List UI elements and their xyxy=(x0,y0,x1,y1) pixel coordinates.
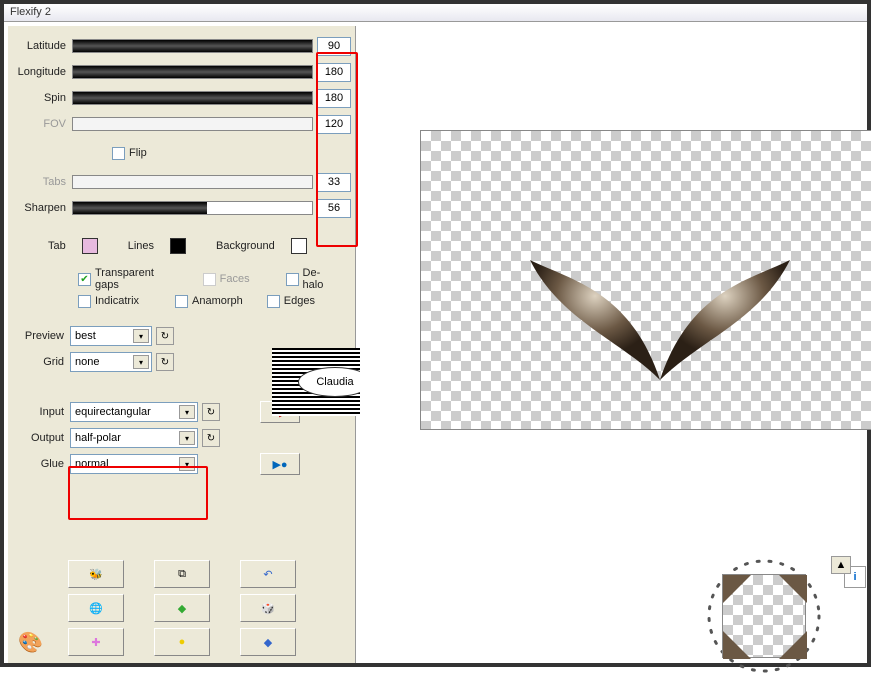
latitude-label: Latitude xyxy=(12,40,72,52)
expand-button[interactable]: ▲ xyxy=(831,556,851,574)
palette-icon[interactable]: 🎨 xyxy=(18,630,43,655)
sharpen-value[interactable]: 56 xyxy=(317,199,351,218)
tabs-slider xyxy=(72,175,313,189)
preview-image[interactable] xyxy=(420,130,871,430)
latitude-value[interactable]: 90 xyxy=(317,37,351,56)
bee-button[interactable]: 🐝 xyxy=(68,560,124,588)
grid-refresh-button[interactable]: ↻ xyxy=(156,353,174,371)
indicatrix-label: Indicatrix xyxy=(95,295,149,307)
indicatrix-checkbox[interactable] xyxy=(78,295,91,308)
preview-refresh-button[interactable]: ↻ xyxy=(156,327,174,345)
blob-yellow-icon: ● xyxy=(179,636,186,648)
chevron-down-icon: ▾ xyxy=(179,431,195,445)
info-icon: i xyxy=(853,571,856,583)
spin-label: Spin xyxy=(12,92,72,104)
cd-record-icon: ▶● xyxy=(272,458,287,471)
input-label: Input xyxy=(12,406,70,418)
sharpen-label: Sharpen xyxy=(12,202,72,214)
glue-label: Glue xyxy=(12,458,70,470)
output-dropdown[interactable]: half-polar ▾ xyxy=(70,428,198,448)
transparent-gaps-label: Transparent gaps xyxy=(95,267,191,291)
latitude-slider[interactable] xyxy=(72,39,313,53)
edges-checkbox[interactable] xyxy=(267,295,280,308)
chevron-down-icon: ▾ xyxy=(179,405,195,419)
globe-button[interactable]: 🌐 xyxy=(68,594,124,622)
tab-color-swatch[interactable] xyxy=(82,238,98,254)
bg-color-swatch[interactable] xyxy=(291,238,307,254)
dice-icon: 🎲 xyxy=(261,602,275,615)
chevron-down-icon: ▾ xyxy=(133,329,149,343)
plus-pink-icon: ✚ xyxy=(91,636,100,649)
cube-green-icon: ◆ xyxy=(178,602,186,615)
grid-dropdown[interactable]: none ▾ xyxy=(70,352,152,372)
lines-color-label: Lines xyxy=(128,240,164,252)
output-label: Output xyxy=(12,432,70,444)
flip-label: Flip xyxy=(129,147,157,159)
thumbnail-preview[interactable] xyxy=(722,574,806,658)
gem-blue-icon: ◆ xyxy=(264,636,272,649)
dehalo-checkbox[interactable] xyxy=(286,273,299,286)
gem-blue-button[interactable]: ◆ xyxy=(240,628,296,656)
fov-label: FOV xyxy=(12,118,72,130)
spin-slider[interactable] xyxy=(72,91,313,105)
output-dropdown-value: half-polar xyxy=(75,432,121,444)
anamorph-label: Anamorph xyxy=(192,295,253,307)
copy-button[interactable]: ⧉ xyxy=(154,560,210,588)
output-refresh-button[interactable]: ↻ xyxy=(202,429,220,447)
globe-icon: 🌐 xyxy=(89,602,103,615)
chevron-down-icon: ▾ xyxy=(133,355,149,369)
grid-label: Grid xyxy=(12,356,70,368)
tabs-value[interactable]: 33 xyxy=(317,173,351,192)
glue-dropdown[interactable]: normal ▾ xyxy=(70,454,198,474)
faces-checkbox xyxy=(203,273,216,286)
undo-icon: ↶ xyxy=(263,568,272,581)
faces-label: Faces xyxy=(220,273,260,285)
lines-color-swatch[interactable] xyxy=(170,238,186,254)
cd-record-button[interactable]: ▶● xyxy=(260,453,300,475)
dehalo-label: De-halo xyxy=(303,267,351,291)
tab-color-label: Tab xyxy=(48,240,76,252)
plus-pink-button[interactable]: ✚ xyxy=(68,628,124,656)
preview-shape-icon xyxy=(510,220,810,400)
watermark-text: Claudia xyxy=(316,376,353,388)
preview-label: Preview xyxy=(12,330,70,342)
bg-color-label: Background xyxy=(216,240,285,252)
thumbnail-shape-icon xyxy=(723,575,807,659)
glue-dropdown-value: normal xyxy=(75,458,109,470)
preview-panel: i − 50% + ▲ Flexify 2 settings Cancel ☞ … xyxy=(360,26,863,659)
preview-dropdown[interactable]: best ▾ xyxy=(70,326,152,346)
fov-slider xyxy=(72,117,313,131)
sharpen-slider[interactable] xyxy=(72,201,313,215)
cube-green-button[interactable]: ◆ xyxy=(154,594,210,622)
copy-icon: ⧉ xyxy=(178,568,186,581)
anamorph-checkbox[interactable] xyxy=(175,295,188,308)
window-title: Flexify 2 xyxy=(10,6,51,18)
dice-button[interactable]: 🎲 xyxy=(240,594,296,622)
blob-yellow-button[interactable]: ● xyxy=(154,628,210,656)
preview-dropdown-value: best xyxy=(75,330,96,342)
window-titlebar: Flexify 2 xyxy=(4,4,867,22)
undo-button[interactable]: ↶ xyxy=(240,560,296,588)
bee-icon: 🐝 xyxy=(89,568,103,581)
tabs-label: Tabs xyxy=(12,176,72,188)
longitude-slider[interactable] xyxy=(72,65,313,79)
chevron-down-icon: ▾ xyxy=(179,457,195,471)
chevron-up-icon: ▲ xyxy=(836,559,847,571)
longitude-label: Longitude xyxy=(12,66,72,78)
grid-dropdown-value: none xyxy=(75,356,99,368)
spin-value[interactable]: 180 xyxy=(317,89,351,108)
icon-toolbar: 🐝 ⧉ ↶ 🌐 ◆ 🎲 ✚ ● ◆ xyxy=(68,560,348,662)
fov-value[interactable]: 120 xyxy=(317,115,351,134)
input-dropdown[interactable]: equirectangular ▾ xyxy=(70,402,198,422)
longitude-value[interactable]: 180 xyxy=(317,63,351,82)
controls-panel: Latitude 90 Longitude 180 Spin 180 FOV 1… xyxy=(8,26,356,663)
transparent-gaps-checkbox[interactable] xyxy=(78,273,91,286)
input-dropdown-value: equirectangular xyxy=(75,406,151,418)
input-refresh-button[interactable]: ↻ xyxy=(202,403,220,421)
flip-checkbox[interactable] xyxy=(112,147,125,160)
edges-label: Edges xyxy=(284,295,325,307)
